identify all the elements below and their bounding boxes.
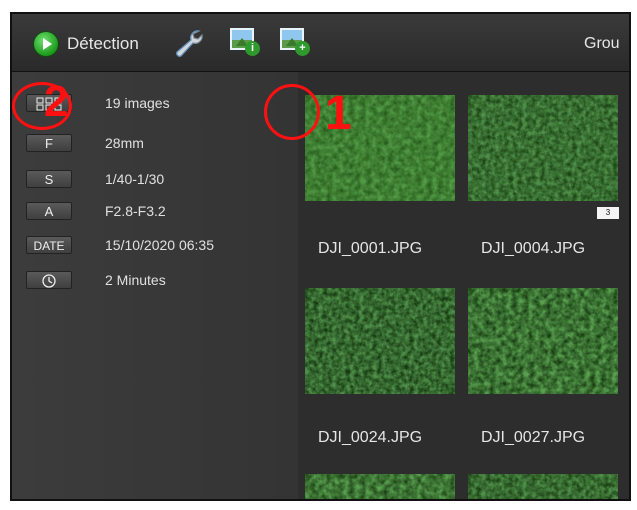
thumbnail-filename: DJI_0004.JPG xyxy=(481,240,586,257)
date-value: 15/10/2020 06:35 xyxy=(105,237,214,253)
image-info-icon[interactable]: i xyxy=(230,28,260,56)
detection-label[interactable]: Détection xyxy=(67,34,139,54)
info-row-aperture: A F2.8-F3.2 xyxy=(12,202,298,224)
shutter-value: 1/40-1/30 xyxy=(105,171,165,187)
info-row-duration: 2 Minutes xyxy=(12,271,298,293)
count-badge: 3 xyxy=(597,207,619,219)
thumbnail-filename: DJI_0024.JPG xyxy=(318,429,423,446)
thumbnail-filename: DJI_0001.JPG xyxy=(318,240,423,257)
play-icon[interactable] xyxy=(34,32,58,56)
focal-value: 28mm xyxy=(105,135,144,151)
focal-chip: F xyxy=(26,134,72,152)
annotation-number-2: 2 xyxy=(44,77,69,126)
date-chip: DATE xyxy=(26,236,72,254)
thumbnail-image[interactable] xyxy=(468,95,618,201)
add-badge: + xyxy=(295,41,310,56)
thumbnail-image[interactable] xyxy=(468,474,618,499)
info-row-date: DATE 15/10/2020 06:35 xyxy=(12,236,298,258)
duration-value: 2 Minutes xyxy=(105,272,166,288)
app-window: Détection i + Grou 19 images F 28mm S 1/… xyxy=(10,12,631,501)
aperture-value: F2.8-F3.2 xyxy=(105,203,166,219)
toolbar: Détection i + Grou xyxy=(12,14,629,72)
thumbnail-image[interactable] xyxy=(468,288,618,394)
group-label[interactable]: Grou xyxy=(584,35,620,53)
thumbnail-filename: DJI_0027.JPG xyxy=(481,429,586,446)
clock-icon xyxy=(26,271,72,289)
info-panel: 19 images F 28mm S 1/40-1/30 A F2.8-F3.2… xyxy=(12,72,298,499)
image-count: 19 images xyxy=(105,95,170,111)
shutter-chip: S xyxy=(26,170,72,188)
wrench-icon[interactable] xyxy=(172,28,206,60)
thumbnail-image[interactable] xyxy=(305,288,455,394)
info-row-focal: F 28mm xyxy=(12,134,298,156)
annotation-number-1: 1 xyxy=(325,87,352,140)
info-row-shutter: S 1/40-1/30 xyxy=(12,170,298,192)
aperture-chip: A xyxy=(26,202,72,220)
annotation-circle-1 xyxy=(264,84,320,140)
thumbnail-image[interactable] xyxy=(305,474,455,499)
info-badge: i xyxy=(245,41,260,56)
image-add-icon[interactable]: + xyxy=(280,28,310,56)
